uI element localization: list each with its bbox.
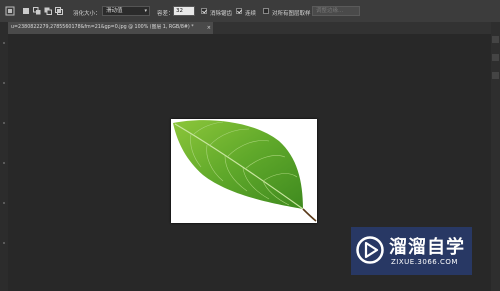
options-bar: 羽化大小： 滑动值 ▾ 容差： 32 消除锯齿 连续 对所有图层取样 调整边缘.…	[0, 0, 500, 23]
new-selection-icon[interactable]	[22, 7, 30, 15]
tool-marker	[3, 82, 5, 84]
tool-marker	[3, 202, 5, 204]
tool-marker	[3, 42, 5, 44]
tool-preset-icon[interactable]	[3, 4, 17, 18]
sample-all-layers-label: 对所有图层取样	[272, 11, 311, 17]
subtract-selection-icon[interactable]	[44, 7, 52, 15]
feather-select[interactable]: 滑动值 ▾	[102, 6, 150, 16]
antialias-checkbox[interactable]	[201, 8, 207, 14]
sample-all-layers-checkbox[interactable]	[263, 8, 269, 14]
antialias-label: 消除锯齿	[210, 11, 233, 17]
panel-toggle-button[interactable]	[492, 72, 499, 79]
contiguous-label: 连续	[245, 11, 257, 17]
feather-value: 滑动值	[106, 8, 123, 14]
watermark-logo: 溜溜自学 ZIXUE.3066.COM	[351, 227, 472, 275]
play-logo-icon	[355, 235, 385, 265]
panel-toggle-button[interactable]	[492, 54, 499, 61]
document-title: u=2380822279,2785560178&fm=21&gp=0.jpg @…	[11, 25, 194, 30]
panel-dock-strip	[491, 22, 500, 291]
add-selection-icon[interactable]	[33, 7, 41, 15]
intersect-selection-icon[interactable]	[55, 7, 63, 15]
document-tab-bar: u=2380822279,2785560178&fm=21&gp=0.jpg @…	[8, 22, 492, 34]
contiguous-checkbox[interactable]	[236, 8, 242, 14]
tool-marker	[3, 122, 5, 124]
tool-marker	[3, 162, 5, 164]
leaf-image	[173, 120, 317, 222]
document-image[interactable]	[171, 119, 317, 223]
tool-marker	[3, 242, 5, 244]
refine-edge-button[interactable]: 调整边缘...	[312, 6, 360, 16]
watermark-url: ZIXUE.3066.COM	[391, 258, 458, 266]
watermark-title: 溜溜自学	[389, 237, 465, 258]
tolerance-label: 容差：	[157, 11, 174, 17]
chevron-down-icon: ▾	[144, 8, 147, 14]
panel-toggle-button[interactable]	[492, 36, 499, 43]
tolerance-input[interactable]: 32	[173, 6, 195, 16]
feather-label: 羽化大小：	[73, 11, 101, 17]
tools-panel-edge	[0, 22, 8, 291]
document-tab[interactable]: u=2380822279,2785560178&fm=21&gp=0.jpg @…	[8, 22, 213, 34]
close-icon[interactable]: ×	[207, 22, 211, 34]
